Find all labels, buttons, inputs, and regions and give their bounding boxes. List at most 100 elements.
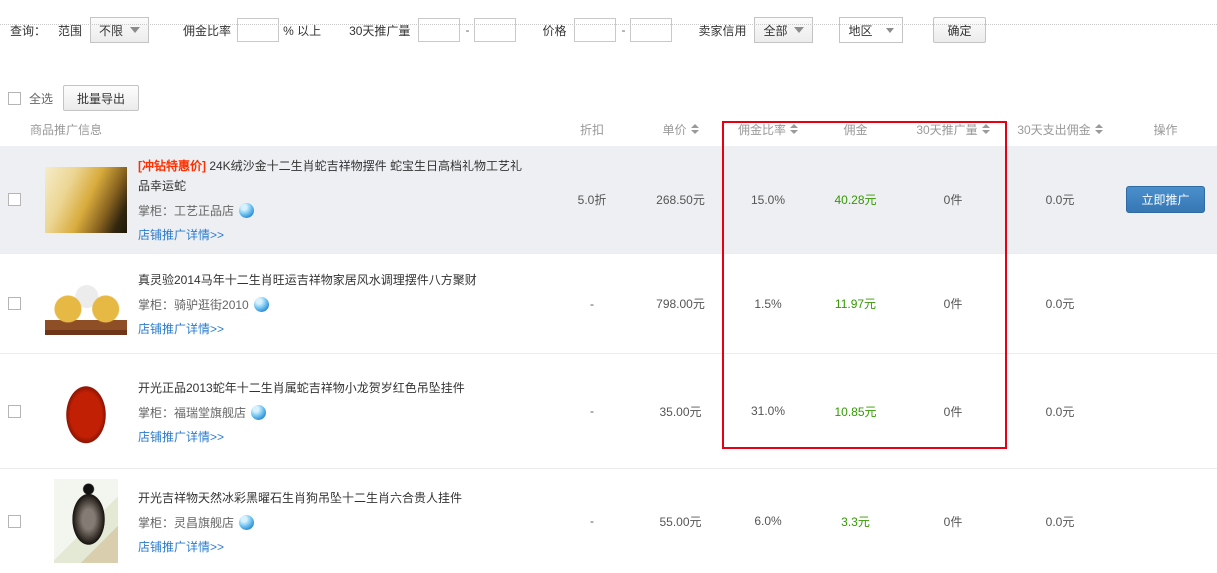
shopkeeper-label: 掌柜： [138, 202, 174, 219]
range-dash: - [465, 23, 469, 37]
promo30-min-input[interactable] [418, 18, 460, 42]
shopkeeper-name: 灵昌旗舰店 [174, 514, 234, 531]
cell-unit-price: 35.00元 [636, 403, 725, 420]
product-cell: [冲钻特惠价] 24K绒沙金十二生肖蛇吉祥物摆件 蛇宝生日高档礼物工艺礼品幸运蛇… [30, 146, 548, 253]
shop-promo-link[interactable]: 店铺推广详情>> [138, 538, 224, 555]
cell-promo-30d: 0件 [900, 191, 1006, 208]
product-image[interactable] [54, 479, 118, 563]
select-all-checkbox[interactable] [8, 92, 21, 105]
product-title[interactable]: [冲钻特惠价] 24K绒沙金十二生肖蛇吉祥物摆件 蛇宝生日高档礼物工艺礼品幸运蛇 [138, 156, 534, 196]
column-header-product: 商品推广信息 [30, 121, 548, 138]
cell-commission: 3.3元 [811, 513, 900, 530]
row-checkbox[interactable] [8, 193, 21, 206]
table-row: 真灵验2014马年十二生肖旺运吉祥物家居风水调理摆件八方聚财 掌柜：骑驴逛街20… [0, 253, 1217, 353]
seller-credit-select[interactable]: 全部 [754, 17, 813, 43]
wangwang-icon[interactable] [239, 203, 254, 218]
shop-promo-link[interactable]: 店铺推广详情>> [138, 320, 224, 337]
column-header-discount: 折扣 [548, 121, 636, 138]
product-image[interactable] [57, 364, 115, 458]
batch-export-button[interactable]: 批量导出 [63, 85, 139, 111]
product-info: 真灵验2014马年十二生肖旺运吉祥物家居风水调理摆件八方聚财 掌柜：骑驴逛街20… [138, 270, 548, 337]
column-header-label: 单价 [662, 121, 686, 138]
cell-discount: - [548, 297, 636, 311]
column-header-label: 30天支出佣金 [1017, 121, 1090, 138]
shopkeeper-line: 掌柜：工艺正品店 [138, 202, 534, 219]
filter-bar: 查询： 范围 不限 佣金比率 % 以上 30天推广量 - 价格 - 卖家信用 全… [0, 16, 1217, 44]
product-cell: 开光正品2013蛇年十二生肖属蛇吉祥物小龙贺岁红色吊坠挂件 掌柜：福瑞堂旗舰店 … [30, 354, 548, 468]
sort-icon[interactable] [691, 124, 699, 134]
product-title-text: 开光吉祥物天然冰彩黑曜石生肖狗吊坠十二生肖六合贵人挂件 [138, 491, 462, 505]
wangwang-icon[interactable] [251, 405, 266, 420]
shopkeeper-line: 掌柜：福瑞堂旗舰店 [138, 404, 534, 421]
chevron-down-icon [794, 27, 804, 33]
cell-promo-30d: 0件 [900, 403, 1006, 420]
shop-promo-link[interactable]: 店铺推广详情>> [138, 226, 224, 243]
product-info: [冲钻特惠价] 24K绒沙金十二生肖蛇吉祥物摆件 蛇宝生日高档礼物工艺礼品幸运蛇… [138, 156, 548, 243]
cell-discount: - [548, 514, 636, 528]
commission-rate-input[interactable] [237, 18, 279, 42]
product-image[interactable] [45, 273, 127, 335]
sort-icon[interactable] [790, 124, 798, 134]
range-dash: - [621, 23, 625, 37]
shopkeeper-name: 骑驴逛街2010 [174, 296, 249, 313]
column-header-unit_price[interactable]: 单价 [636, 121, 725, 138]
row-checkbox-cell [0, 405, 30, 418]
price-max-input[interactable] [630, 18, 672, 42]
sort-icon[interactable] [1095, 124, 1103, 134]
column-header-label: 商品推广信息 [30, 121, 102, 138]
product-info: 开光正品2013蛇年十二生肖属蛇吉祥物小龙贺岁红色吊坠挂件 掌柜：福瑞堂旗舰店 … [138, 378, 548, 445]
top-dotted-divider [0, 24, 1217, 25]
confirm-button[interactable]: 确定 [933, 17, 985, 43]
shop-promo-link[interactable]: 店铺推广详情>> [138, 428, 224, 445]
cell-promo-30d: 0件 [900, 295, 1006, 312]
product-title-text: 真灵验2014马年十二生肖旺运吉祥物家居风水调理摆件八方聚财 [138, 273, 477, 287]
product-title[interactable]: 真灵验2014马年十二生肖旺运吉祥物家居风水调理摆件八方聚财 [138, 270, 534, 290]
column-header-label: 操作 [1153, 121, 1177, 138]
cell-action: 立即推广 [1114, 186, 1217, 213]
sort-icon[interactable] [982, 124, 990, 134]
product-image-wrap [40, 364, 132, 458]
shopkeeper-line: 掌柜：灵昌旗舰店 [138, 514, 534, 531]
cell-commission-rate: 31.0% [725, 404, 811, 418]
product-title[interactable]: 开光吉祥物天然冰彩黑曜石生肖狗吊坠十二生肖六合贵人挂件 [138, 488, 534, 508]
row-checkbox[interactable] [8, 515, 21, 528]
product-cell: 开光吉祥物天然冰彩黑曜石生肖狗吊坠十二生肖六合贵人挂件 掌柜：灵昌旗舰店 店铺推… [30, 469, 548, 573]
column-header-promo_30d[interactable]: 30天推广量 [900, 121, 1006, 138]
shopkeeper-label: 掌柜： [138, 514, 174, 531]
select-all-label: 全选 [29, 90, 53, 107]
product-info: 开光吉祥物天然冰彩黑曜石生肖狗吊坠十二生肖六合贵人挂件 掌柜：灵昌旗舰店 店铺推… [138, 488, 548, 555]
product-image-wrap [40, 273, 132, 335]
cell-spend-30d: 0.0元 [1006, 295, 1114, 312]
cell-unit-price: 268.50元 [636, 191, 725, 208]
row-checkbox-cell [0, 193, 30, 206]
cell-commission-rate: 1.5% [725, 297, 811, 311]
table-row: 开光正品2013蛇年十二生肖属蛇吉祥物小龙贺岁红色吊坠挂件 掌柜：福瑞堂旗舰店 … [0, 353, 1217, 468]
column-header-label: 30天推广量 [916, 121, 977, 138]
cell-commission: 11.97元 [811, 295, 900, 312]
product-cell: 真灵验2014马年十二生肖旺运吉祥物家居风水调理摆件八方聚财 掌柜：骑驴逛街20… [30, 260, 548, 347]
product-image-wrap [40, 167, 132, 233]
column-header-action: 操作 [1114, 121, 1217, 138]
wangwang-icon[interactable] [254, 297, 269, 312]
product-title-text: 开光正品2013蛇年十二生肖属蛇吉祥物小龙贺岁红色吊坠挂件 [138, 381, 465, 395]
range-select[interactable]: 不限 [90, 17, 149, 43]
column-header-label: 佣金比率 [738, 121, 786, 138]
cell-discount: 5.0折 [548, 191, 636, 208]
cell-spend-30d: 0.0元 [1006, 191, 1114, 208]
wangwang-icon[interactable] [239, 515, 254, 530]
price-min-input[interactable] [574, 18, 616, 42]
column-header-commission: 佣金 [811, 121, 900, 138]
product-title[interactable]: 开光正品2013蛇年十二生肖属蛇吉祥物小龙贺岁红色吊坠挂件 [138, 378, 534, 398]
column-header-commission_rate[interactable]: 佣金比率 [725, 121, 811, 138]
promote-now-button[interactable]: 立即推广 [1126, 186, 1204, 213]
shopkeeper-label: 掌柜： [138, 404, 174, 421]
row-checkbox[interactable] [8, 297, 21, 310]
column-header-spend_30d[interactable]: 30天支出佣金 [1006, 121, 1114, 138]
table-row: [冲钻特惠价] 24K绒沙金十二生肖蛇吉祥物摆件 蛇宝生日高档礼物工艺礼品幸运蛇… [0, 146, 1217, 253]
region-select[interactable]: 地区 [839, 17, 903, 43]
row-checkbox[interactable] [8, 405, 21, 418]
row-checkbox-cell [0, 515, 30, 528]
column-header-label: 佣金 [843, 121, 867, 138]
promo30-max-input[interactable] [474, 18, 516, 42]
product-image[interactable] [45, 167, 127, 233]
